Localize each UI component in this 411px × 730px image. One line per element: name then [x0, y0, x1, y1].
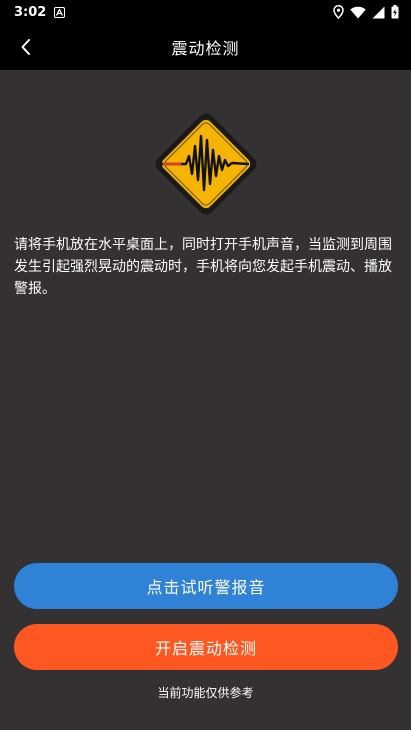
- earthquake-warning-sign-icon: [155, 113, 257, 215]
- a-box-icon: [54, 6, 66, 18]
- status-bar: 3:02: [0, 0, 411, 24]
- instruction-text: 请将手机放在水平桌面上，同时打开手机声音，当监测到周围发生引起强烈晃动的震动时，…: [14, 237, 392, 297]
- battery-charging-icon: [391, 5, 399, 19]
- preview-alarm-button[interactable]: 点击试听警报音: [14, 563, 398, 609]
- page-title: 震动检测: [171, 39, 240, 58]
- status-time: 3:02: [14, 4, 47, 20]
- back-button[interactable]: [8, 29, 44, 65]
- status-left: 3:02: [14, 4, 66, 20]
- location-icon: [333, 5, 344, 19]
- start-detection-label: 开启震动检测: [154, 639, 257, 658]
- status-right: [333, 5, 399, 19]
- signal-icon: [372, 6, 385, 18]
- app-bar: 震动检测: [0, 24, 411, 70]
- chevron-left-icon: [21, 39, 30, 55]
- preview-alarm-label: 点击试听警报音: [146, 578, 266, 597]
- disclaimer-text: 当前功能仅供参考: [157, 686, 254, 700]
- wifi-icon: [350, 6, 366, 18]
- start-detection-button[interactable]: 开启震动检测: [14, 624, 398, 670]
